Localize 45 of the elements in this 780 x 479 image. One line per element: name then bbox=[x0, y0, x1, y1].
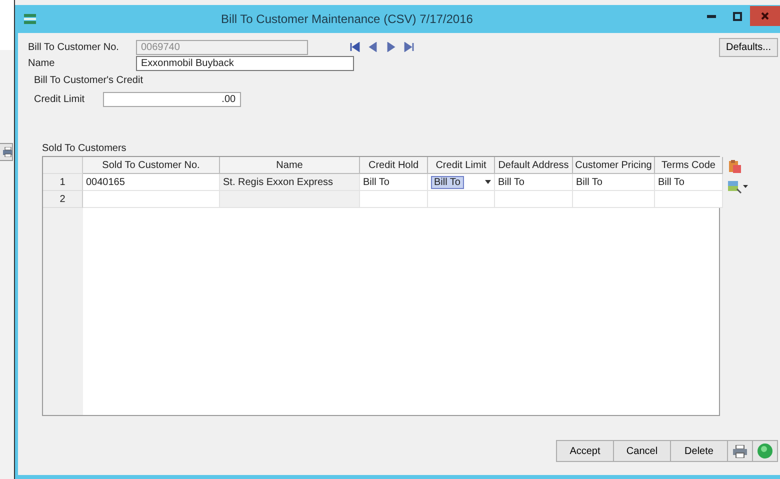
last-record-icon[interactable] bbox=[404, 42, 414, 52]
print-button[interactable] bbox=[0, 143, 13, 161]
action-button[interactable]: Cancel bbox=[613, 440, 671, 462]
group-label: Sold To Customers bbox=[42, 143, 128, 154]
group-label: Bill To Customer's Credit bbox=[34, 75, 144, 86]
maximize-icon bbox=[732, 12, 742, 20]
field-label: Bill To Customer No. bbox=[28, 42, 120, 52]
table-cell: Bill To bbox=[428, 174, 495, 191]
defaults-button[interactable]: Defaults... bbox=[718, 38, 778, 56]
field-label: Name bbox=[28, 58, 56, 68]
column-header[interactable]: Terms Code bbox=[655, 157, 723, 174]
field-label: Credit Limit bbox=[34, 94, 85, 105]
table-cell: 0040165 bbox=[83, 174, 220, 191]
printer-icon bbox=[3, 147, 12, 157]
first-record-icon[interactable] bbox=[350, 42, 360, 52]
print-button[interactable] bbox=[727, 440, 753, 462]
name-field[interactable]: Exxonmobil Buyback bbox=[136, 56, 354, 70]
close-button[interactable] bbox=[750, 6, 780, 26]
column-header[interactable]: Credit Hold bbox=[360, 157, 428, 174]
column-header[interactable]: Name bbox=[220, 157, 360, 174]
table-cell: Bill To bbox=[360, 174, 428, 191]
table-cell: Bill To bbox=[655, 174, 723, 191]
next-record-icon[interactable] bbox=[386, 42, 396, 52]
column-header[interactable]: Customer Pricing bbox=[573, 157, 655, 174]
table-cell: Bill To bbox=[573, 174, 655, 191]
action-button[interactable]: Accept bbox=[556, 440, 614, 462]
clipboard-icon[interactable] bbox=[728, 160, 742, 174]
printer-icon bbox=[733, 444, 747, 458]
table-cell bbox=[428, 191, 495, 208]
table-cell bbox=[360, 191, 428, 208]
column-header[interactable]: Default Address bbox=[495, 157, 573, 174]
minimize-icon bbox=[706, 14, 716, 18]
window-title: Bill To Customer Maintenance (CSV) 7/17/2016 bbox=[220, 12, 474, 26]
table-cell: St. Regis Exxon Express bbox=[220, 174, 360, 191]
previous-record-icon[interactable] bbox=[368, 42, 378, 52]
close-icon bbox=[761, 12, 769, 20]
help-icon bbox=[757, 443, 773, 459]
dropdown-caret-icon[interactable] bbox=[485, 180, 491, 184]
action-button[interactable]: Delete bbox=[670, 440, 728, 462]
table-cell: Bill To bbox=[495, 174, 573, 191]
credit-limit-field[interactable]: .00 bbox=[102, 92, 241, 107]
column-header[interactable]: Credit Limit bbox=[428, 157, 495, 174]
app-icon bbox=[24, 13, 36, 25]
grid-settings-icon[interactable] bbox=[728, 180, 748, 194]
column-header[interactable]: Sold To Customer No. bbox=[83, 157, 220, 174]
